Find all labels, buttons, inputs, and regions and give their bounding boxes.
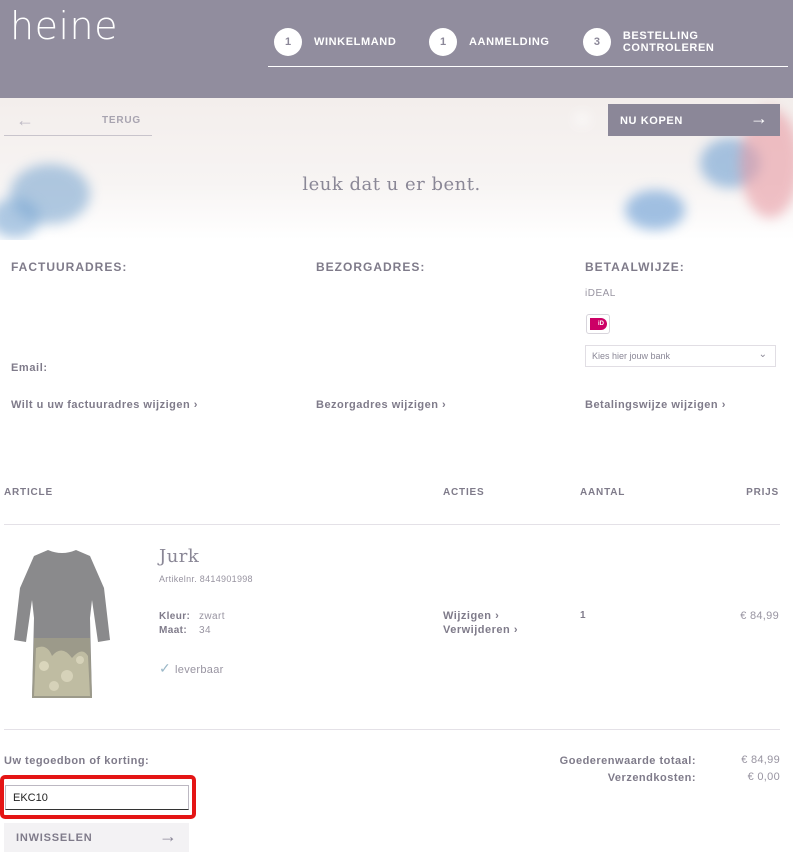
buy-now-label: NU KOPEN xyxy=(620,115,683,127)
step-number: 1 xyxy=(429,28,457,56)
change-payment-link[interactable]: Betalingswijze wijzigen › xyxy=(585,399,726,411)
size-value: 34 xyxy=(199,625,211,636)
remove-item-link[interactable]: Verwijderen › xyxy=(443,624,518,636)
back-label: TERUG xyxy=(102,115,141,126)
checkmark-icon: ✓ xyxy=(159,660,172,676)
site-header: heine 1 WINKELMAND 1 AANMELDING 3 BESTEL… xyxy=(0,0,793,98)
change-delivery-label: Bezorgadres wijzigen xyxy=(316,399,439,411)
ideal-logo-icon: iD xyxy=(586,314,610,334)
step-label: AANMELDING xyxy=(469,36,550,48)
arrow-right-icon: → xyxy=(159,826,177,846)
change-billing-label: Wilt u uw factuuradres wijzigen xyxy=(11,399,191,411)
redeem-label: INWISSELEN xyxy=(16,832,93,844)
shipping-cost-value: € 0,00 xyxy=(747,771,780,783)
bank-select[interactable]: Kies hier jouw bank ⌄ xyxy=(585,345,776,367)
color-value: zwart xyxy=(199,611,225,622)
payment-method-name: iDEAL xyxy=(585,288,616,299)
step-label: BESTELLING CONTROLEREN xyxy=(622,30,715,54)
change-billing-link[interactable]: Wilt u uw factuuradres wijzigen › xyxy=(11,399,198,411)
product-size: Maat: 34 xyxy=(159,625,211,636)
chevron-right-icon: › xyxy=(442,399,447,411)
payment-method-title: BETAALWIJZE: xyxy=(585,260,685,274)
step-cart[interactable]: 1 WINKELMAND xyxy=(274,28,396,56)
product-article-number: Artikelnr. 8414901998 xyxy=(159,574,253,584)
change-delivery-link[interactable]: Bezorgadres wijzigen › xyxy=(316,399,446,411)
step-review[interactable]: 3 BESTELLING CONTROLEREN xyxy=(583,28,793,56)
table-divider xyxy=(4,729,780,730)
change-payment-label: Betalingswijze wijzigen xyxy=(585,399,719,411)
product-name[interactable]: Jurk xyxy=(159,546,199,567)
watercolor-decoration xyxy=(625,190,685,230)
col-header-price: PRIJS xyxy=(746,487,779,498)
goods-total-label: Goederenwaarde totaal: xyxy=(559,755,696,767)
redeem-button[interactable]: INWISSELEN → xyxy=(4,823,189,852)
edit-item-label: Wijzigen xyxy=(443,610,492,622)
shipping-cost-label: Verzendkosten: xyxy=(607,772,696,784)
welcome-banner: ← TERUG NU KOPEN → leuk dat u er bent. xyxy=(0,98,793,240)
col-header-quantity: AANTAL xyxy=(580,487,626,498)
col-header-actions: ACTIES xyxy=(443,487,485,498)
chevron-right-icon: › xyxy=(193,399,198,411)
steps-divider xyxy=(268,66,788,67)
remove-item-label: Verwijderen xyxy=(443,624,511,636)
buy-now-button[interactable]: NU KOPEN → xyxy=(608,104,780,136)
table-divider xyxy=(4,524,780,525)
col-header-article: ARTICLE xyxy=(4,487,53,498)
bank-select-value: Kies hier jouw bank xyxy=(592,351,671,361)
product-color: Kleur: zwart xyxy=(159,611,225,622)
color-label: Kleur: xyxy=(159,611,191,622)
step-login[interactable]: 1 AANMELDING xyxy=(429,28,550,56)
billing-address-title: FACTUURADRES: xyxy=(11,260,128,274)
watercolor-decoration xyxy=(575,114,589,124)
chevron-right-icon: › xyxy=(495,610,500,622)
welcome-tagline: leuk dat u er bent. xyxy=(302,174,481,195)
item-price: € 84,99 xyxy=(740,610,779,622)
step-label: WINKELMAND xyxy=(314,36,397,48)
chevron-right-icon: › xyxy=(513,624,518,636)
voucher-label: Uw tegoedbon of korting: xyxy=(4,755,150,767)
availability-status: ✓ leverbaar xyxy=(159,660,224,677)
voucher-input[interactable] xyxy=(5,785,189,810)
availability-text: leverbaar xyxy=(175,664,224,676)
arrow-left-icon: ← xyxy=(16,110,34,130)
back-button[interactable]: ← TERUG xyxy=(4,108,152,136)
chevron-right-icon: › xyxy=(721,399,726,411)
arrow-right-icon: → xyxy=(750,108,768,128)
email-label: Email: xyxy=(11,362,48,374)
product-image-dress[interactable] xyxy=(12,548,112,700)
brand-logo[interactable]: heine xyxy=(10,4,118,48)
size-label: Maat: xyxy=(159,625,188,636)
step-number: 1 xyxy=(274,28,302,56)
delivery-address-title: BEZORGADRES: xyxy=(316,260,426,274)
chevron-down-icon: ⌄ xyxy=(758,349,767,360)
step-number: 3 xyxy=(583,28,611,56)
edit-item-link[interactable]: Wijzigen › xyxy=(443,610,499,622)
item-quantity: 1 xyxy=(580,610,586,621)
goods-total-value: € 84,99 xyxy=(741,754,780,766)
